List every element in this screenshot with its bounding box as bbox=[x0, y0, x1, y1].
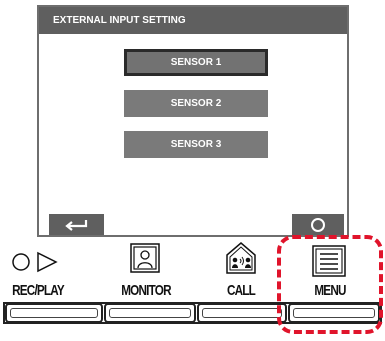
menu-highlight bbox=[277, 235, 383, 334]
sensor-3-button[interactable]: SENSOR 3 bbox=[124, 131, 268, 158]
record-play-icon bbox=[12, 251, 58, 273]
monitor-label: MONITOR bbox=[121, 282, 171, 299]
rec-play-key[interactable] bbox=[5, 303, 103, 323]
sensor-2-label: SENSOR 2 bbox=[170, 98, 222, 109]
circle-icon bbox=[311, 217, 325, 232]
sensor-1-label: SENSOR 1 bbox=[170, 57, 222, 68]
call-key[interactable] bbox=[197, 303, 287, 323]
lcd-screen: EXTERNAL INPUT SETTING SENSOR 1 SENSOR 2… bbox=[37, 5, 349, 237]
back-button[interactable] bbox=[49, 214, 104, 235]
call-label: CALL bbox=[226, 282, 256, 299]
sensor-1-button[interactable]: SENSOR 1 bbox=[124, 49, 268, 76]
return-arrow-icon bbox=[64, 219, 87, 231]
ok-button[interactable] bbox=[292, 214, 344, 235]
screen-title: EXTERNAL INPUT SETTING bbox=[39, 7, 347, 34]
monitor-person-icon bbox=[130, 243, 160, 273]
sensor-2-button[interactable]: SENSOR 2 bbox=[124, 90, 268, 117]
monitor-key[interactable] bbox=[104, 303, 196, 323]
sensor-3-label: SENSOR 3 bbox=[170, 139, 222, 150]
call-house-icon bbox=[226, 242, 256, 274]
rec-play-label: REC/PLAY bbox=[12, 282, 65, 299]
